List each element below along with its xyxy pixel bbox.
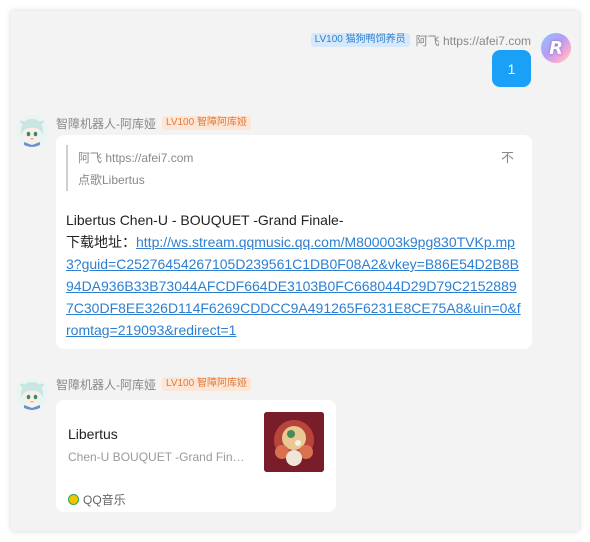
music-title: Libertus [68, 426, 118, 442]
bot-sender-name[interactable]: 智障机器人-阿库娅 [56, 115, 156, 132]
bot-sender-name[interactable]: 智障机器人-阿库娅 [56, 376, 156, 393]
song-link-message[interactable]: 阿飞 https://afei7.com 点歌Libertus 不 Libert… [56, 135, 532, 349]
song-line: Libertus Chen-U - BOUQUET -Grand Finale- [66, 212, 344, 228]
bot-avatar[interactable] [16, 378, 48, 410]
user-level-badge: LV100 猫狗鸭饲养员 [310, 33, 410, 47]
user-message-bubble[interactable]: 1 [492, 50, 531, 87]
music-source: QQ音乐 [68, 491, 126, 508]
song-message-text: Libertus Chen-U - BOUQUET -Grand Finale-… [66, 209, 522, 341]
bot-avatar[interactable] [16, 115, 48, 147]
user-avatar[interactable]: R [541, 33, 571, 63]
music-source-label: QQ音乐 [83, 493, 126, 507]
bot-level-badge: LV100 智障阿库娅 [162, 116, 251, 130]
user-avatar-letter: R [549, 37, 563, 59]
quote-author: 阿飞 https://afei7.com [78, 151, 194, 165]
bot-level-badge: LV100 智障阿库娅 [162, 377, 251, 391]
message2-meta: 智障机器人-阿库娅 LV100 智障阿库娅 [56, 115, 251, 131]
album-art-icon [264, 412, 324, 472]
download-label: 下载地址： [66, 234, 136, 250]
qq-music-icon [68, 494, 79, 505]
user-sender-name[interactable]: 阿飞 https://afei7.com [416, 32, 531, 49]
message3-meta: 智障机器人-阿库娅 LV100 智障阿库娅 [56, 376, 251, 392]
music-subtitle: Chen-U BOUQUET -Grand Finale- [68, 450, 250, 464]
album-cover [264, 412, 324, 472]
download-line: 下载地址：http://ws.stream.qqmusic.qq.com/M80… [66, 231, 522, 341]
anime-avatar-icon [16, 115, 48, 147]
message1-meta: LV100 猫狗鸭饲养员 阿飞 https://afei7.com [310, 32, 531, 49]
reply-quote[interactable]: 阿飞 https://afei7.com 点歌Libertus 不 [66, 145, 514, 191]
quote-corner-icon: 不 [500, 150, 514, 165]
anime-avatar-icon [16, 378, 48, 410]
quote-text: 点歌Libertus [78, 173, 145, 187]
chat-panel: LV100 猫狗鸭饲养员 阿飞 https://afei7.com R 1 智障… [11, 11, 579, 531]
music-share-card[interactable]: Libertus Chen-U BOUQUET -Grand Finale- Q… [56, 400, 336, 512]
